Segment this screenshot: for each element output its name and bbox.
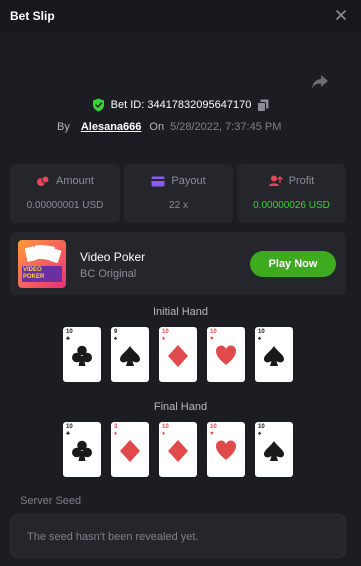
- card-rank: 9: [114, 329, 118, 335]
- hearts-small-icon: ♥: [210, 431, 214, 437]
- card-rank: 10: [162, 424, 169, 430]
- username-link[interactable]: Alesana666: [81, 121, 142, 133]
- playing-card: 10 ♦: [159, 327, 197, 382]
- hearts-small-icon: ♥: [210, 336, 214, 342]
- bet-author-row: By Alesana666 On 5/28/2022, 7:37:45 PM: [57, 120, 281, 134]
- card-rank: 10: [66, 424, 73, 430]
- stat-amount: Amount 0.00000001 USD: [10, 164, 120, 223]
- diamonds-small-icon: ♦: [162, 431, 166, 437]
- stat-amount-label: Amount: [56, 175, 94, 187]
- diamonds-icon: [168, 345, 188, 367]
- verified-shield-icon: [92, 98, 104, 112]
- hearts-icon: [216, 345, 236, 365]
- diamonds-icon: [120, 440, 140, 462]
- card-rank: 10: [66, 329, 73, 335]
- card-rank: 10: [162, 329, 169, 335]
- game-provider: BC Original: [80, 268, 137, 280]
- playing-card: 10 ♠: [255, 327, 293, 382]
- server-seed-value: The seed hasn't been revealed yet.: [27, 531, 199, 543]
- profit-icon: [268, 175, 283, 186]
- header-title: Bet Slip: [10, 9, 55, 23]
- stat-profit-value: 0.00000026 USD: [253, 200, 330, 211]
- spades-icon: [120, 346, 140, 366]
- card-rank: 3: [114, 424, 118, 430]
- playing-card: 10 ♣: [63, 422, 101, 477]
- copy-icon[interactable]: [257, 99, 269, 112]
- diamonds-small-icon: ♦: [114, 431, 118, 437]
- diamonds-icon: [168, 440, 188, 462]
- clubs-small-icon: ♣: [66, 336, 70, 342]
- game-thumbnail-text: VIDEO POKER: [23, 267, 45, 280]
- stat-profit: Profit 0.00000026 USD: [237, 164, 346, 223]
- playing-card: 10 ♥: [207, 422, 245, 477]
- spades-small-icon: ♠: [258, 336, 262, 342]
- playing-card: 10 ♠: [255, 422, 293, 477]
- spades-small-icon: ♠: [258, 431, 262, 437]
- playing-card: 10 ♥: [207, 327, 245, 382]
- spades-small-icon: ♠: [114, 336, 118, 342]
- by-label: By: [57, 121, 70, 133]
- bet-datetime: 5/28/2022, 7:37:45 PM: [170, 121, 282, 133]
- close-icon[interactable]: [333, 7, 349, 23]
- card-rank: 10: [258, 329, 265, 335]
- playing-card: 9 ♠: [111, 327, 149, 382]
- on-label: On: [149, 121, 165, 133]
- stat-payout-value: 22 x: [169, 200, 188, 211]
- wallet-icon: [151, 176, 165, 186]
- hearts-icon: [216, 440, 236, 460]
- playing-card: 10 ♦: [159, 422, 197, 477]
- final-hand-title: Final Hand: [153, 401, 208, 413]
- bet-id: Bet ID: 344178320956471​70: [110, 99, 252, 111]
- game-thumbnail[interactable]: VIDEO POKER: [18, 240, 66, 288]
- play-now-button[interactable]: Play Now: [250, 251, 336, 277]
- stat-payout: Payout 22 x: [124, 164, 233, 223]
- game-name: Video Poker: [80, 250, 146, 264]
- game-card: VIDEO POKER Video Poker BC Original Play…: [10, 232, 346, 295]
- clubs-small-icon: ♣: [66, 431, 70, 437]
- bet-id-row: Bet ID: 344178320956471​70: [0, 97, 361, 113]
- stat-payout-label: Payout: [171, 175, 206, 187]
- spades-icon: [264, 346, 284, 366]
- card-rank: 10: [258, 424, 265, 430]
- server-seed-label: Server Seed: [20, 495, 82, 507]
- card-rank: 10: [210, 329, 217, 335]
- card-rank: 10: [210, 424, 217, 430]
- coins-icon: [37, 175, 50, 186]
- diamonds-small-icon: ♦: [162, 336, 166, 342]
- share-icon[interactable]: [310, 73, 330, 91]
- initial-hand-title: Initial Hand: [152, 306, 209, 318]
- spades-icon: [264, 441, 284, 461]
- stat-profit-label: Profit: [288, 175, 315, 187]
- bet-slip-header: Bet Slip: [0, 0, 361, 33]
- playing-card: 3 ♦: [111, 422, 149, 477]
- stat-amount-value: 0.00000001 USD: [26, 200, 104, 211]
- playing-card: 10 ♣: [63, 327, 101, 382]
- server-seed-field[interactable]: The seed hasn't been revealed yet.: [10, 514, 346, 558]
- clubs-icon: [72, 440, 92, 461]
- clubs-icon: [72, 345, 92, 366]
